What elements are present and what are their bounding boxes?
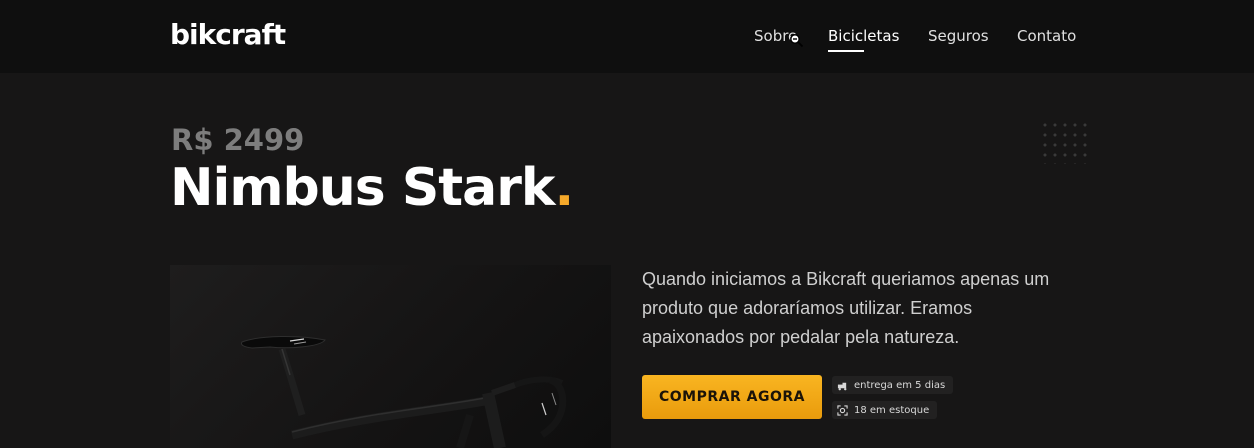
product-title: Nimbus Stark. xyxy=(170,158,574,218)
bicycle-image xyxy=(241,336,567,448)
nav-item-seguros[interactable]: Seguros xyxy=(928,27,989,45)
buy-now-button[interactable]: COMPRAR AGORA xyxy=(642,375,822,419)
logo[interactable]: bikcraft xyxy=(170,18,286,51)
delivery-icon xyxy=(837,382,847,390)
product-description: Quando iniciamos a Bikcraft queriamos ap… xyxy=(642,269,1050,347)
nav-item-label: Bicicletas xyxy=(828,27,900,45)
active-underline xyxy=(828,50,864,52)
nav-item-bicicletas[interactable]: Bicicletas xyxy=(828,27,900,52)
stock-tag: 18 em estoque xyxy=(832,401,938,419)
delivery-tag: entrega em 5 dias xyxy=(832,376,954,394)
decorative-dots xyxy=(1040,120,1088,164)
title-accent-dot: . xyxy=(554,158,574,218)
nav-item-contato[interactable]: Contato xyxy=(1017,27,1076,45)
delivery-tag-label: entrega em 5 dias xyxy=(854,379,946,391)
stock-tag-label: 18 em estoque xyxy=(854,404,930,416)
stock-icon xyxy=(837,404,848,416)
product-price: R$ 2499 xyxy=(171,123,305,157)
site-header: bikcraft Sobre Bicicletas Seguros Contat… xyxy=(0,0,1254,73)
product-image xyxy=(170,265,611,448)
cursor-icon xyxy=(790,34,804,48)
product-name: Nimbus Stark xyxy=(170,158,555,218)
